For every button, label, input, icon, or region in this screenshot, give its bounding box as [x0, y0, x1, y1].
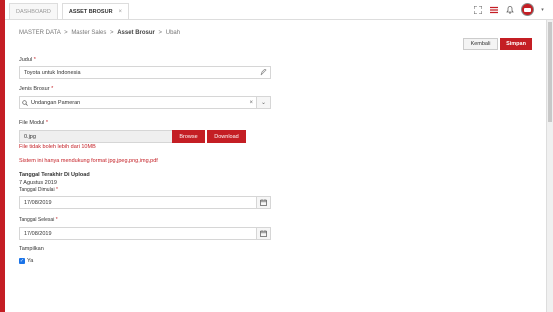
browse-button[interactable]: Browse — [172, 130, 205, 143]
file-format-note: Sistem ini hanya mendukung format jpg,jp… — [19, 158, 158, 164]
checkbox-ya[interactable]: ✓ — [19, 258, 25, 264]
tanggal-dimulai-label: Tanggal Dimulai * — [19, 187, 58, 193]
file-size-note: File tidak boleh lebih dari 10MB — [19, 144, 96, 150]
scrollbar-thumb[interactable] — [548, 22, 552, 122]
chevron-down-icon[interactable]: ⌄ — [256, 97, 270, 108]
judul-value: Toyota untuk Indonesia — [24, 69, 81, 76]
checkbox-ya-label: Ya — [27, 258, 34, 264]
tanggal-dimulai-input[interactable]: 17/08/2019 — [19, 196, 271, 209]
file-modul-value: 0.jpg — [24, 133, 36, 140]
file-modul-label: File Modul * — [19, 120, 49, 126]
scrollbar[interactable] — [546, 20, 553, 312]
chevron-down-icon[interactable]: ▾ — [540, 5, 545, 15]
jenis-brosur-select[interactable]: Undangan Pameran × ⌄ — [19, 96, 271, 109]
breadcrumb-master-sales[interactable]: Master Sales — [71, 30, 106, 36]
file-modul-input: 0.jpg — [19, 130, 177, 143]
judul-input[interactable]: Toyota untuk Indonesia — [19, 66, 271, 79]
tanggal-upload-value: 7 Agustus 2019 — [19, 180, 57, 186]
tab-label: ASSET BROSUR — [68, 8, 113, 15]
tab-dashboard[interactable]: DASHBOARD — [9, 3, 58, 19]
jenis-brosur-value: Undangan Pameran — [31, 99, 81, 106]
tanggal-upload-label: Tanggal Terakhir Di Upload — [19, 172, 90, 178]
tab-label: DASHBOARD — [16, 8, 51, 15]
tanggal-selesai-input[interactable]: 17/08/2019 — [19, 227, 271, 240]
breadcrumb-separator: > — [64, 30, 68, 36]
tampilkan-option[interactable]: ✓ Ya — [19, 258, 33, 264]
breadcrumb-ubah: Ubah — [165, 30, 181, 36]
tanggal-selesai-value: 17/08/2019 — [24, 230, 52, 237]
tampilkan-label: Tampilkan — [19, 246, 44, 252]
download-button[interactable]: Download — [207, 130, 246, 143]
pencil-icon — [256, 67, 270, 78]
calendar-icon[interactable] — [256, 197, 270, 208]
breadcrumb-master-data[interactable]: MASTER DATA — [19, 30, 60, 36]
bell-icon[interactable] — [505, 5, 515, 15]
breadcrumb-asset-brosur[interactable]: Asset Brosur — [117, 30, 155, 36]
top-icon-group: ▾ — [473, 3, 545, 16]
clear-icon[interactable]: × — [249, 97, 253, 108]
tanggal-selesai-label: Tanggal Selesai * — [19, 217, 58, 223]
top-bar: DASHBOARD ASSET BROSUR × — [5, 0, 553, 20]
judul-label: Judul * — [19, 57, 36, 63]
simpan-button[interactable]: Simpan — [500, 38, 532, 50]
kembali-button[interactable]: Kembali — [463, 38, 498, 50]
calendar-icon[interactable] — [256, 228, 270, 239]
fullscreen-icon[interactable] — [473, 5, 483, 15]
user-avatar[interactable] — [521, 3, 534, 16]
breadcrumb: MASTER DATA > Master Sales > Asset Brosu… — [19, 30, 180, 36]
breadcrumb-separator: > — [110, 30, 114, 36]
tab-asset-brosur[interactable]: ASSET BROSUR × — [61, 3, 130, 19]
breadcrumb-separator: > — [158, 30, 163, 36]
main-content: MASTER DATA > Master Sales > Asset Brosu… — [5, 20, 546, 312]
close-icon[interactable]: × — [119, 9, 123, 15]
jenis-brosur-label: Jenis Brosur * — [19, 86, 54, 92]
tanggal-dimulai-value: 17/08/2019 — [24, 199, 52, 206]
menu-icon[interactable] — [489, 5, 499, 15]
search-icon — [22, 99, 28, 106]
